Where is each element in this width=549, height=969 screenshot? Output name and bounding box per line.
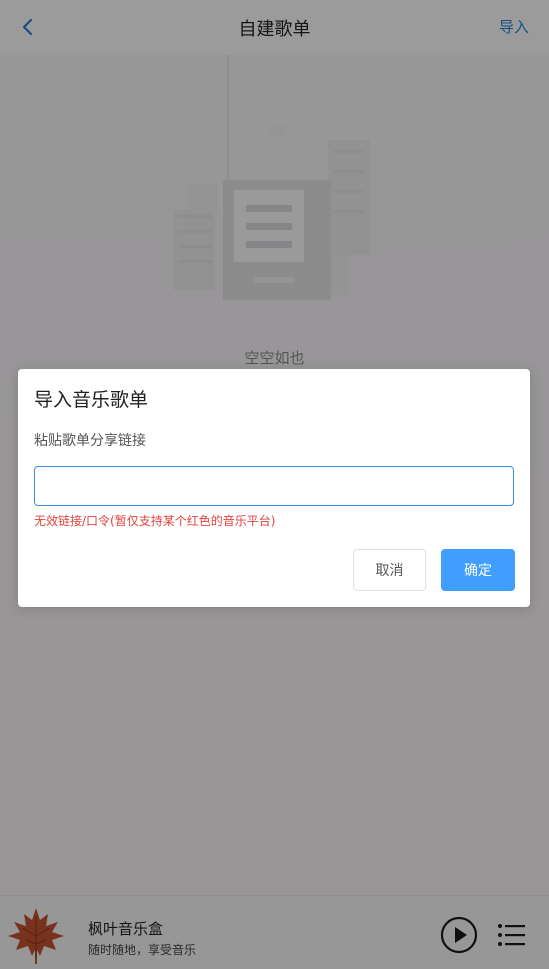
dialog-input-label: 粘贴歌单分享链接 [34,433,146,449]
app-root: 自建歌单 导入 空空如也 枫叶音乐盒 随时随地，享受音乐 导入音乐歌单 粘贴歌单… [0,0,549,969]
confirm-button[interactable]: 确定 [441,549,515,591]
error-message: 无效链接/口令(暂仅支持某个红色的音乐平台) [34,514,276,528]
dialog-title: 导入音乐歌单 [34,389,149,411]
cancel-button[interactable]: 取消 [353,549,426,591]
share-link-input[interactable] [34,466,514,506]
import-playlist-dialog: 导入音乐歌单 粘贴歌单分享链接 无效链接/口令(暂仅支持某个红色的音乐平台) 取… [18,369,530,607]
